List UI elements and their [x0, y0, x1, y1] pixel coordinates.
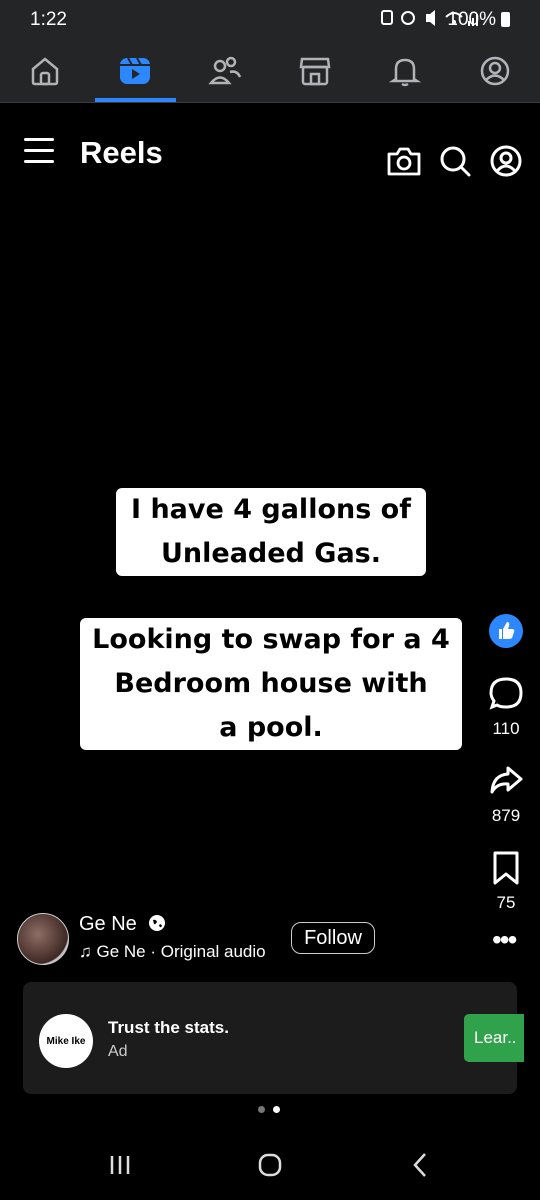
ad-label: Ad: [108, 1043, 128, 1060]
nav-active-indicator: [95, 98, 176, 102]
friends-icon[interactable]: [185, 40, 265, 102]
caption-line-1: I have 4 gallons of: [131, 494, 411, 525]
advertiser-logo: Mike Ike: [39, 1014, 93, 1068]
page-indicator-dot: [258, 1106, 265, 1113]
save-count: 75: [496, 893, 516, 912]
account-icon[interactable]: [488, 143, 524, 179]
battery-percent: 100%: [447, 9, 496, 30]
marketplace-icon[interactable]: [275, 40, 355, 102]
profile-icon[interactable]: [455, 40, 535, 102]
search-icon[interactable]: [437, 143, 473, 179]
caption-line-5: a pool.: [219, 712, 323, 743]
save-icon[interactable]: [490, 850, 522, 891]
comment-count: 110: [492, 719, 520, 738]
page-title: Reels: [80, 135, 163, 170]
status-time: 1:22: [30, 9, 67, 30]
learn-more-button[interactable]: Lear..: [464, 1014, 524, 1062]
notifications-icon[interactable]: [365, 40, 445, 102]
share-count: 879: [491, 806, 521, 825]
caption-line-2: Unleaded Gas.: [160, 538, 381, 569]
ad-logo-text: Mike Ike: [46, 1035, 86, 1047]
globe-icon: [148, 915, 166, 937]
ad-title: Trust the stats.: [108, 1018, 229, 1037]
caption-line-3: Looking to swap for a 4: [92, 624, 450, 655]
username[interactable]: Ge Ne: [79, 913, 166, 938]
home-icon[interactable]: [5, 40, 85, 102]
page-indicator-dot-active: [273, 1106, 280, 1113]
reels-icon[interactable]: [95, 40, 175, 102]
username-text[interactable]: Ge Ne: [79, 913, 137, 935]
camera-icon[interactable]: [386, 143, 422, 179]
music-note-icon: ♫: [79, 942, 92, 961]
audio-text[interactable]: Ge Ne · Original audio: [96, 942, 265, 961]
caption-line-4: Bedroom house with: [114, 668, 428, 699]
audio-label[interactable]: ♫ Ge Ne · Original audio: [79, 942, 266, 962]
more-options-icon[interactable]: •••: [492, 926, 517, 954]
reel-caption-top: I have 4 gallons of Unleaded Gas.: [116, 488, 426, 576]
avatar[interactable]: [17, 913, 69, 965]
reel-caption-bottom: Looking to swap for a 4 Bedroom house wi…: [80, 618, 462, 750]
follow-button[interactable]: Follow: [291, 922, 375, 954]
top-navbar: [0, 40, 540, 103]
recent-apps-icon[interactable]: [100, 1148, 140, 1182]
home-system-icon[interactable]: [250, 1148, 290, 1182]
like-icon[interactable]: [488, 613, 524, 654]
back-icon[interactable]: [400, 1148, 440, 1182]
comment-icon[interactable]: [488, 675, 524, 716]
share-icon[interactable]: [488, 762, 524, 803]
menu-icon[interactable]: [24, 138, 54, 166]
battery-icon: [501, 12, 510, 27]
ad-card[interactable]: Mike Ike Trust the stats. Ad Lear..: [23, 982, 524, 1094]
